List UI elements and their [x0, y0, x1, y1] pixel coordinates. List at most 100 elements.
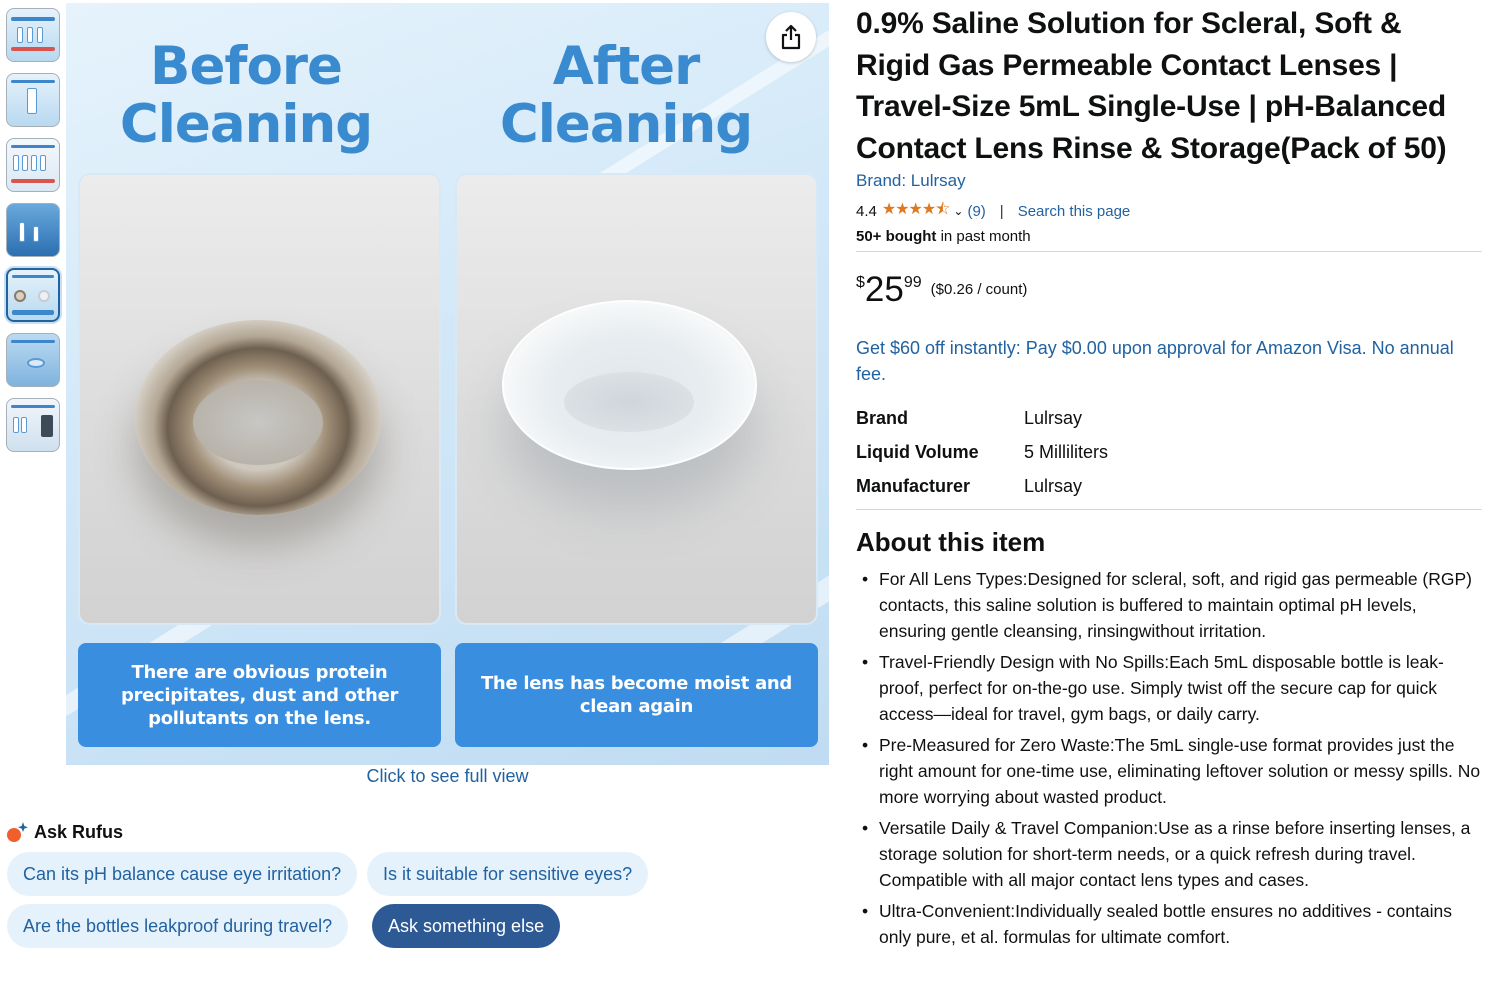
thumb-bottle [19, 222, 25, 242]
price-whole: 25 [864, 270, 904, 309]
list-item: • Travel-Friendly Design with No Spills:E… [856, 649, 1482, 727]
thumb-lens [27, 358, 45, 368]
clean-lens [502, 300, 757, 470]
thumb-band [12, 310, 54, 315]
price-per-unit: ($0.26 / count) [930, 281, 1028, 298]
thumb-band [11, 340, 55, 343]
thumb-band [11, 405, 55, 408]
spec-row: Manufacturer Lulrsay [856, 469, 1482, 503]
bought-count: 50+ bought [856, 228, 937, 245]
thumb-band [11, 17, 55, 21]
thumbnail-3[interactable] [6, 138, 60, 192]
visa-promo-link[interactable]: Get $60 off instantly: Pay $0.00 upon ap… [856, 335, 1482, 387]
thumb-bottle [22, 155, 28, 171]
product-title: 0.9% Saline Solution for Scleral, Soft &… [856, 7, 1447, 165]
thumb-lens [14, 290, 26, 302]
product-details: 0.9% Saline Solution for Scleral, Soft &… [856, 0, 1482, 955]
before-heading-line1: Before [150, 36, 343, 97]
dirty-lens [135, 320, 381, 515]
thumb-band [12, 275, 54, 278]
thumb-band [11, 47, 55, 51]
after-heading: After Cleaning [456, 38, 796, 154]
bullet-text: For All Lens Types:Designed for scleral,… [879, 569, 1473, 641]
thumb-bottle [13, 155, 19, 171]
thumb-bottle [17, 27, 23, 43]
ask-rufus-title: Ask Rufus [34, 821, 124, 842]
divider [856, 251, 1482, 252]
spec-row: Brand Lulrsay [856, 401, 1482, 435]
thumb-bottle [21, 417, 27, 433]
list-item: • Pre-Measured for Zero Waste:The 5mL sin… [856, 732, 1482, 810]
bought-suffix: in past month [936, 228, 1031, 245]
divider [856, 509, 1482, 510]
rating-count-link[interactable]: (9) [967, 203, 985, 220]
price: $ 25 99 ($0.26 / count) [856, 270, 1482, 314]
thumb-bottle [31, 155, 37, 171]
price-fraction: 99 [903, 274, 922, 291]
bullet-text: Versatile Daily & Travel Companion:Use a… [879, 818, 1471, 890]
thumbnail-1[interactable] [6, 8, 60, 62]
rating-stars[interactable]: ★★★★⯪ [882, 198, 951, 225]
after-caption: The lens has become moist and clean agai… [455, 643, 818, 747]
search-this-page-link[interactable]: Search this page [1018, 203, 1131, 220]
bullet-text: Travel-Friendly Design with No Spills:Ea… [879, 652, 1444, 724]
spec-table: Brand Lulrsay Liquid Volume 5 Milliliter… [856, 401, 1482, 503]
ask-something-else-button[interactable]: Ask something else [372, 904, 561, 948]
bullet-text: Ultra-Convenient:Individually sealed bot… [879, 901, 1452, 947]
rufus-icon [6, 820, 30, 844]
spec-row: Liquid Volume 5 Milliliters [856, 435, 1482, 469]
bullet-dot: • [862, 901, 869, 921]
rating-row: 4.4 ★★★★⯪ ⌄ (9) | Search this page [856, 199, 1482, 223]
spec-key: Liquid Volume [856, 442, 979, 462]
spec-key: Brand [856, 408, 909, 428]
spec-value: 5 Milliliters [1024, 442, 1109, 462]
list-item: • For All Lens Types:Designed for scleral… [856, 566, 1482, 644]
thumb-bottle [40, 155, 46, 171]
thumbnail-6[interactable] [6, 333, 60, 387]
rufus-question-ph-balance[interactable]: Can its pH balance cause eye irritation? [7, 852, 358, 896]
thumbnail-list [6, 8, 62, 463]
spec-value: Lulrsay [1024, 408, 1083, 428]
thumb-bottle [33, 226, 39, 242]
chevron-down-icon[interactable]: ⌄ [953, 204, 963, 218]
spec-key: Manufacturer [856, 476, 971, 496]
ask-rufus-header: Ask Rufus [6, 820, 123, 844]
clean-lens-center [564, 372, 694, 432]
before-photo-panel [78, 173, 441, 625]
bullet-dot: • [862, 818, 869, 838]
thumbnail-7[interactable] [6, 398, 60, 452]
thumbnail-2[interactable] [6, 73, 60, 127]
thumb-bottle [37, 27, 43, 43]
bullet-text: Pre-Measured for Zero Waste:The 5mL sing… [879, 735, 1481, 807]
spec-value: Lulrsay [1024, 476, 1083, 496]
after-photo-panel [455, 173, 818, 625]
click-to-see-full-view-link[interactable]: Click to see full view [66, 766, 829, 787]
thumb-lens [38, 290, 50, 302]
thumb-band [11, 80, 55, 83]
bullet-dot: • [862, 735, 869, 755]
rufus-question-sensitive-eyes[interactable]: Is it suitable for sensitive eyes? [367, 852, 649, 896]
thumb-band [11, 145, 55, 148]
thumb-band [11, 179, 55, 183]
separator: | [999, 202, 1004, 220]
about-bullets: • For All Lens Types:Designed for scleral… [856, 566, 1482, 950]
brand-link[interactable]: Brand: Lulrsay [856, 171, 1482, 191]
rufus-question-leakproof[interactable]: Are the bottles leakproof during travel? [7, 904, 349, 948]
thumbnail-5[interactable] [6, 268, 60, 322]
thumbnail-4[interactable] [6, 203, 60, 257]
thumb-bottle [27, 88, 37, 114]
bullet-dot: • [862, 569, 869, 589]
price-currency: $ [856, 274, 865, 291]
bullet-dot: • [862, 652, 869, 672]
before-heading-line2: Cleaning [119, 94, 373, 155]
thumb-phone [41, 415, 53, 437]
share-button[interactable] [766, 12, 816, 62]
after-heading-line2: Cleaning [499, 94, 753, 155]
thumb-bottle [27, 27, 33, 43]
about-this-item-heading: About this item [856, 527, 1046, 557]
after-heading-line1: After [552, 36, 701, 97]
before-heading: Before Cleaning [76, 38, 416, 154]
rating-value: 4.4 [856, 202, 877, 220]
main-product-image[interactable]: Before Cleaning After Cleaning There are… [66, 3, 829, 765]
list-item: • Versatile Daily & Travel Companion:Use … [856, 815, 1482, 893]
